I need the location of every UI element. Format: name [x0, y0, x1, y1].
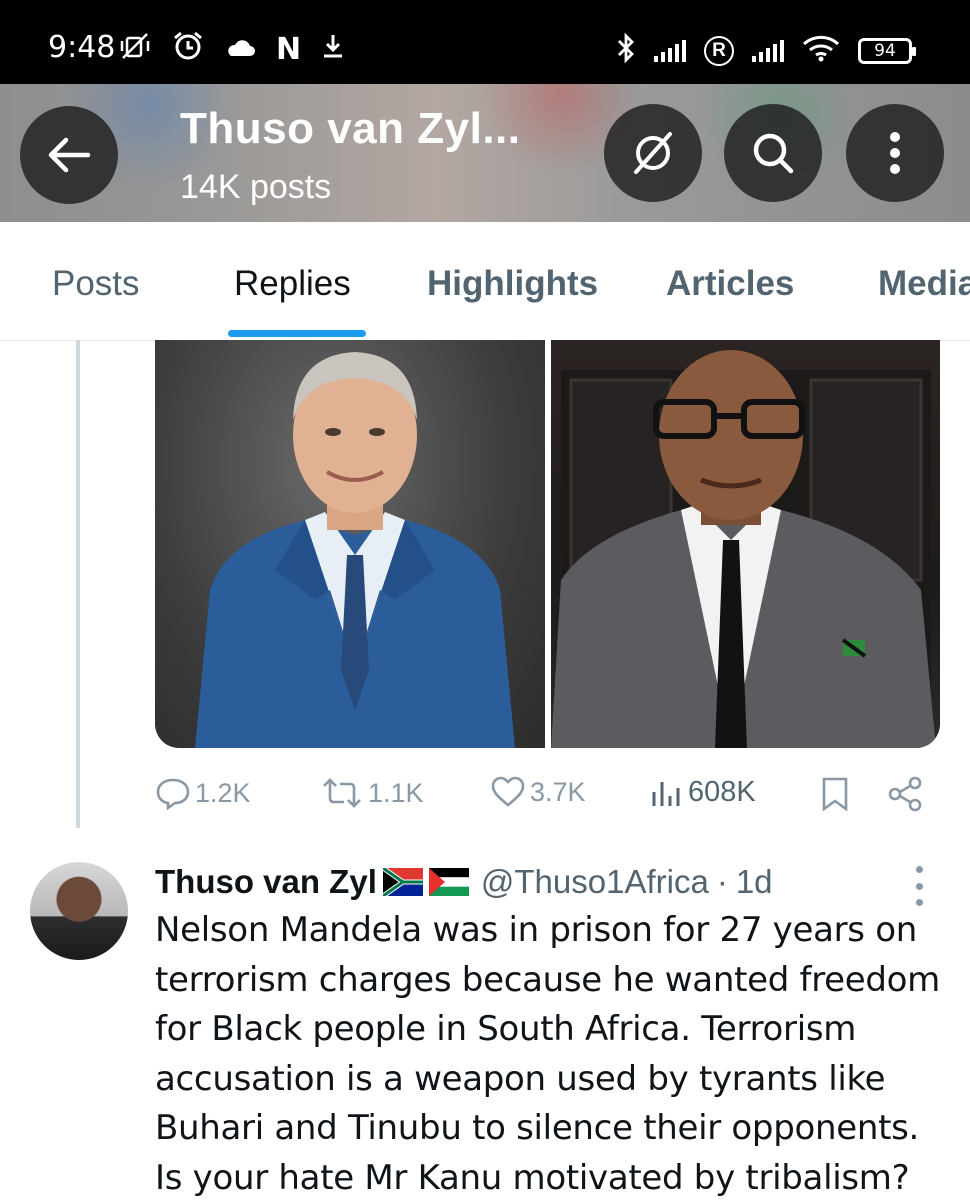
thread-connector-line — [76, 340, 80, 828]
palestine-flag-icon — [428, 868, 469, 896]
bookmark-button[interactable] — [820, 776, 850, 812]
arrow-left-icon — [48, 137, 91, 173]
battery-icon: 94 — [858, 37, 916, 64]
tweet-media[interactable] — [155, 340, 940, 748]
tweet-time[interactable]: 1d — [736, 863, 773, 901]
man-with-glasses-photo[interactable] — [550, 340, 940, 748]
views-icon — [652, 781, 680, 806]
more-vertical-icon — [890, 132, 900, 174]
avatar[interactable] — [30, 862, 128, 960]
roaming-r-icon: R — [704, 35, 734, 66]
grok-icon — [634, 132, 672, 174]
views-button[interactable]: 608K — [650, 776, 756, 809]
signal-icon — [654, 39, 686, 62]
download-icon — [321, 32, 345, 67]
like-button[interactable]: 3.7K — [490, 776, 586, 808]
active-tab-indicator — [228, 330, 366, 337]
south-africa-flag-icon — [382, 868, 423, 896]
tweet-more-button[interactable] — [904, 866, 934, 906]
signal-icon-2 — [752, 39, 784, 62]
tab-media[interactable]: Media — [878, 264, 970, 304]
share-button[interactable] — [887, 776, 923, 812]
status-time: 9:48 — [48, 30, 116, 65]
more-options-button[interactable] — [846, 104, 944, 202]
grok-button[interactable] — [604, 104, 702, 202]
netflix-n-icon: N — [276, 32, 302, 67]
tab-articles[interactable]: Articles — [666, 264, 794, 304]
share-icon — [888, 776, 922, 812]
reply-count: 1.2K — [195, 777, 251, 808]
back-button[interactable] — [20, 106, 118, 204]
tweet-actions: 1.2K 1.1K 3.7K 608K — [155, 770, 945, 820]
battery-level: 94 — [874, 40, 896, 61]
retweet-icon — [323, 778, 361, 808]
retweet-count: 1.1K — [368, 777, 424, 808]
view-count: 608K — [688, 776, 756, 808]
tweet-header: Thuso van Zyl @Thuso1Africa · 1d — [155, 860, 773, 904]
meta-separator: · — [716, 863, 728, 900]
status-bar: 9:48 N R 94 — [0, 0, 970, 84]
profile-tabs: Posts Replies Highlights Articles Media — [0, 222, 970, 341]
bluetooth-icon — [616, 32, 636, 69]
status-right-icons: R 94 — [616, 32, 916, 69]
like-count: 3.7K — [530, 776, 586, 807]
bookmark-icon — [822, 777, 848, 812]
heart-icon — [491, 776, 525, 807]
tweet-text: Nelson Mandela was in prison for 27 year… — [155, 910, 940, 1198]
man-in-blue-suit-photo[interactable] — [155, 340, 545, 748]
posts-count: 14K posts — [180, 168, 332, 206]
status-left-icons: N — [118, 30, 345, 69]
tab-highlights[interactable]: Highlights — [427, 264, 598, 304]
tab-posts[interactable]: Posts — [52, 264, 140, 304]
author-name[interactable]: Thuso van Zyl — [155, 863, 377, 901]
search-button[interactable] — [724, 104, 822, 202]
wifi-icon — [802, 34, 840, 67]
author-handle[interactable]: @Thuso1Africa — [481, 863, 709, 901]
tab-replies[interactable]: Replies — [234, 264, 351, 304]
reply-icon — [156, 778, 190, 810]
alarm-icon — [172, 30, 204, 69]
cloud-icon — [224, 34, 256, 65]
reply-button[interactable]: 1.2K — [155, 776, 251, 810]
retweet-button[interactable]: 1.1K — [320, 776, 424, 810]
profile-title: Thuso van Zyl... — [180, 104, 521, 153]
vibrate-off-icon — [118, 31, 152, 68]
profile-header: Thuso van Zyl... 14K posts — [0, 84, 970, 222]
search-icon — [753, 133, 794, 174]
